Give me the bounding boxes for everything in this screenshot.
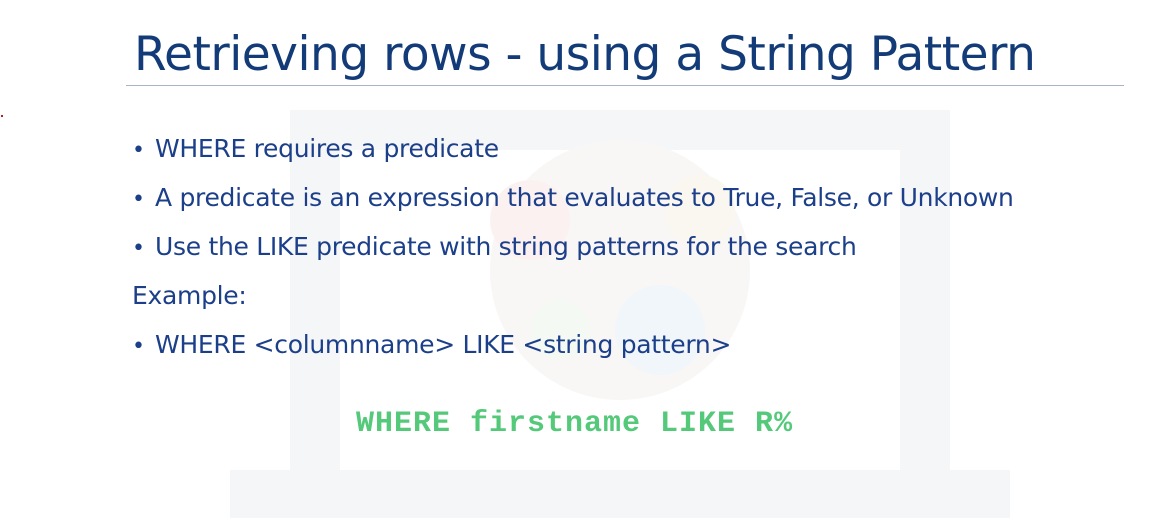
edge-mark	[1, 115, 3, 117]
bullet-dot-icon: •	[132, 187, 145, 212]
bullet-dot-icon: •	[132, 138, 145, 163]
bullet-item: • Use the LIKE predicate with string patt…	[132, 222, 1142, 271]
bullet-dot-icon: •	[132, 236, 145, 261]
slide: Retrieving rows - using a String Pattern…	[0, 0, 1159, 518]
code-example: WHERE firstname LIKE R%	[356, 407, 794, 441]
title-divider	[126, 85, 1124, 86]
bullet-text: WHERE requires a predicate	[155, 134, 499, 163]
bullet-item: • WHERE requires a predicate	[132, 124, 1142, 173]
bullet-item: • A predicate is an expression that evalu…	[132, 173, 1142, 222]
slide-title: Retrieving rows - using a String Pattern	[134, 27, 1036, 82]
bullet-text: Use the LIKE predicate with string patte…	[155, 232, 857, 261]
example-label: Example:	[132, 281, 247, 310]
slide-body: • WHERE requires a predicate • A predicate…	[132, 124, 1142, 369]
bullet-text: WHERE <columnname> LIKE <string pattern>	[155, 330, 732, 359]
bullet-item: • WHERE <columnname> LIKE <string pattern…	[132, 320, 1142, 369]
bullet-dot-icon: •	[132, 334, 145, 359]
bullet-text: A predicate is an expression that evalua…	[155, 183, 1014, 212]
